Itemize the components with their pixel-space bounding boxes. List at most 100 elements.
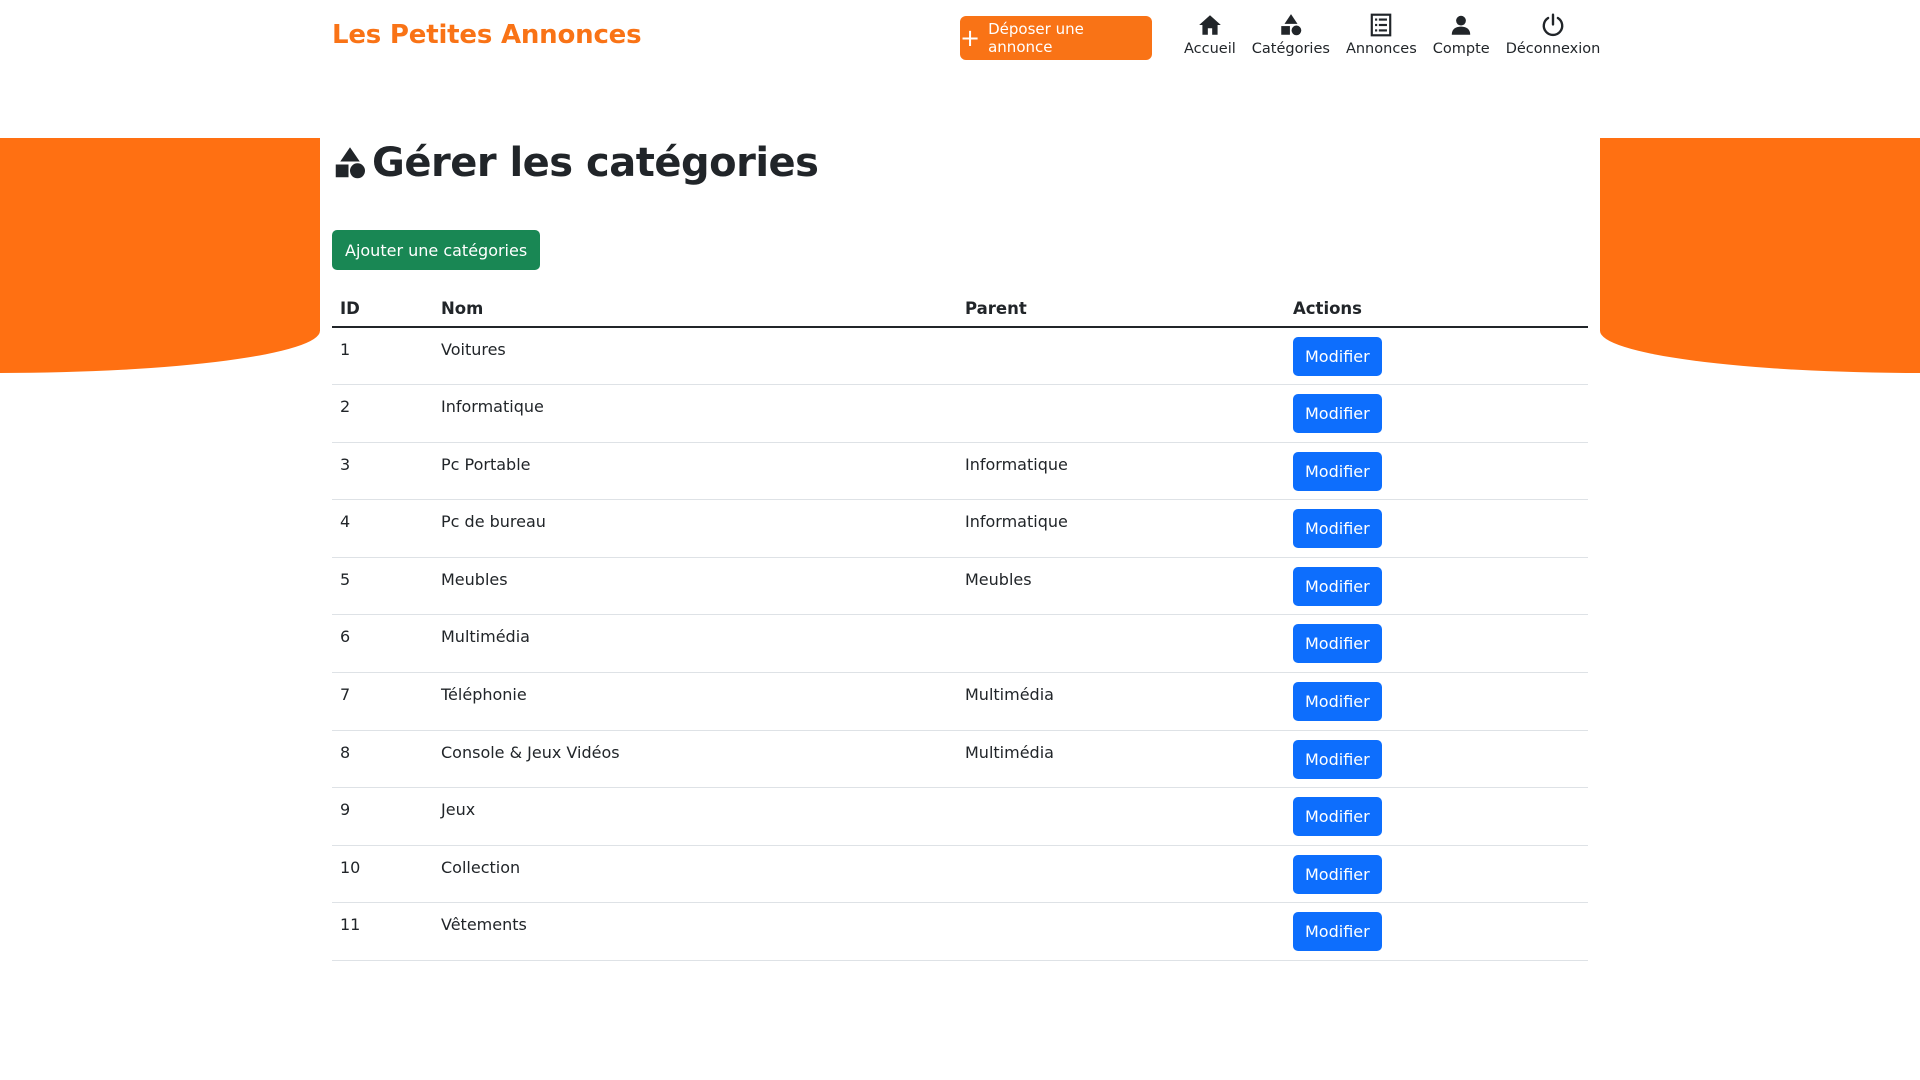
table-row: 8 Console & Jeux Vidéos Multimédia Modif… [332,730,1588,789]
nav-item-compte[interactable]: Compte [1433,12,1490,57]
home-icon [1197,12,1223,38]
table-row: 1 Voitures Modifier [332,327,1588,386]
cell-nom: Pc Portable [433,442,957,501]
edit-button[interactable]: Modifier [1293,451,1382,491]
edit-button[interactable]: Modifier [1293,739,1382,779]
nav-label: Annonces [1345,41,1417,57]
page: Les Petites Annonces + Déposer une annon… [0,0,1920,1080]
column-header-parent: Parent [957,290,1285,328]
cell-id: 2 [332,384,433,443]
cell-id: 5 [332,557,433,616]
cell-parent: Multimédia [957,672,1285,731]
cell-actions: Modifier [1285,614,1588,674]
edit-button[interactable]: Modifier [1293,566,1382,606]
cell-parent [957,614,1285,674]
cell-nom: Vêtements [433,902,957,962]
page-title-text: Gérer les catégories [372,140,819,186]
cell-parent: Informatique [957,499,1285,558]
cell-id: 1 [332,327,433,386]
nav-label: Catégories [1251,41,1330,57]
table-row: 10 Collection Modifier [332,845,1588,904]
table-row: 9 Jeux Modifier [332,787,1588,846]
edit-button[interactable]: Modifier [1293,854,1382,894]
edit-button[interactable]: Modifier [1293,624,1382,664]
table-row: 11 Vêtements Modifier [332,902,1588,962]
edit-button[interactable]: Modifier [1293,682,1382,722]
nav-label: Déconnexion [1505,41,1601,57]
nav-label: Accueil [1184,41,1236,57]
cell-actions: Modifier [1285,557,1588,616]
add-category-button[interactable]: Ajouter une catégories [332,230,541,270]
shapes-icon [1278,12,1304,38]
table-row: 7 Téléphonie Multimédia Modifier [332,672,1588,731]
cell-id: 10 [332,845,433,904]
cell-nom: Voitures [433,327,957,386]
edit-button[interactable]: Modifier [1293,337,1382,376]
edit-button[interactable]: Modifier [1293,394,1382,434]
edit-button[interactable]: Modifier [1293,912,1382,952]
decorative-wave-left [0,138,320,373]
cell-nom: Jeux [433,787,957,846]
cell-id: 3 [332,442,433,501]
column-header-nom: Nom [433,290,957,328]
post-ad-label: Déposer une annonce [988,20,1084,56]
cell-actions: Modifier [1285,442,1588,501]
cell-nom: Collection [433,845,957,904]
cell-parent [957,902,1285,962]
nav-item-annonces[interactable]: Annonces [1346,12,1417,57]
table-row: 6 Multimédia Modifier [332,614,1588,674]
nav-item-deconnexion[interactable]: Déconnexion [1505,12,1601,57]
cell-parent [957,327,1285,386]
cell-nom: Informatique [433,384,957,443]
cell-actions: Modifier [1285,327,1588,386]
categories-table: ID Nom Parent Actions 1 Voitures Modifie… [332,290,1588,962]
nav-item-accueil[interactable]: Accueil [1184,12,1236,57]
shapes-icon [335,147,365,179]
main-nav: Accueil Catégories Annonces Compte Décon… [1184,12,1616,57]
cell-parent [957,384,1285,443]
cell-id: 8 [332,730,433,789]
table-row: 2 Informatique Modifier [332,384,1588,443]
cell-nom: Meubles [433,557,957,616]
brand-logo[interactable]: Les Petites Annonces [332,20,642,50]
edit-button[interactable]: Modifier [1293,797,1382,837]
page-title: Gérer les catégories [332,140,819,186]
user-icon [1448,12,1474,38]
cell-id: 11 [332,902,433,962]
column-header-actions: Actions [1285,290,1588,328]
nav-item-categories[interactable]: Catégories [1252,12,1330,57]
cell-actions: Modifier [1285,845,1588,904]
table-row: 4 Pc de bureau Informatique Modifier [332,499,1588,558]
table-row: 5 Meubles Meubles Modifier [332,557,1588,616]
cell-actions: Modifier [1285,787,1588,846]
cell-parent: Meubles [957,557,1285,616]
table-row: 3 Pc Portable Informatique Modifier [332,442,1588,501]
cell-actions: Modifier [1285,499,1588,558]
cell-parent [957,787,1285,846]
cell-actions: Modifier [1285,902,1588,962]
column-header-id: ID [332,290,433,328]
cell-nom: Console & Jeux Vidéos [433,730,957,789]
plus-icon: + [960,24,981,52]
power-icon [1540,12,1566,38]
cell-id: 4 [332,499,433,558]
table-header-row: ID Nom Parent Actions [332,290,1588,328]
nav-label: Compte [1432,41,1490,57]
cell-parent: Multimédia [957,730,1285,789]
edit-button[interactable]: Modifier [1293,509,1382,549]
header: Les Petites Annonces + Déposer une annon… [0,0,1920,84]
decorative-wave-right [1600,138,1920,373]
cell-actions: Modifier [1285,730,1588,789]
cell-nom: Multimédia [433,614,957,674]
cell-actions: Modifier [1285,384,1588,443]
cell-parent: Informatique [957,442,1285,501]
cell-id: 7 [332,672,433,731]
cell-id: 6 [332,614,433,674]
post-ad-button[interactable]: + Déposer une annonce [960,16,1152,60]
cell-actions: Modifier [1285,672,1588,731]
cell-parent [957,845,1285,904]
cell-id: 9 [332,787,433,846]
list-icon [1368,12,1394,38]
cell-nom: Téléphonie [433,672,957,731]
cell-nom: Pc de bureau [433,499,957,558]
